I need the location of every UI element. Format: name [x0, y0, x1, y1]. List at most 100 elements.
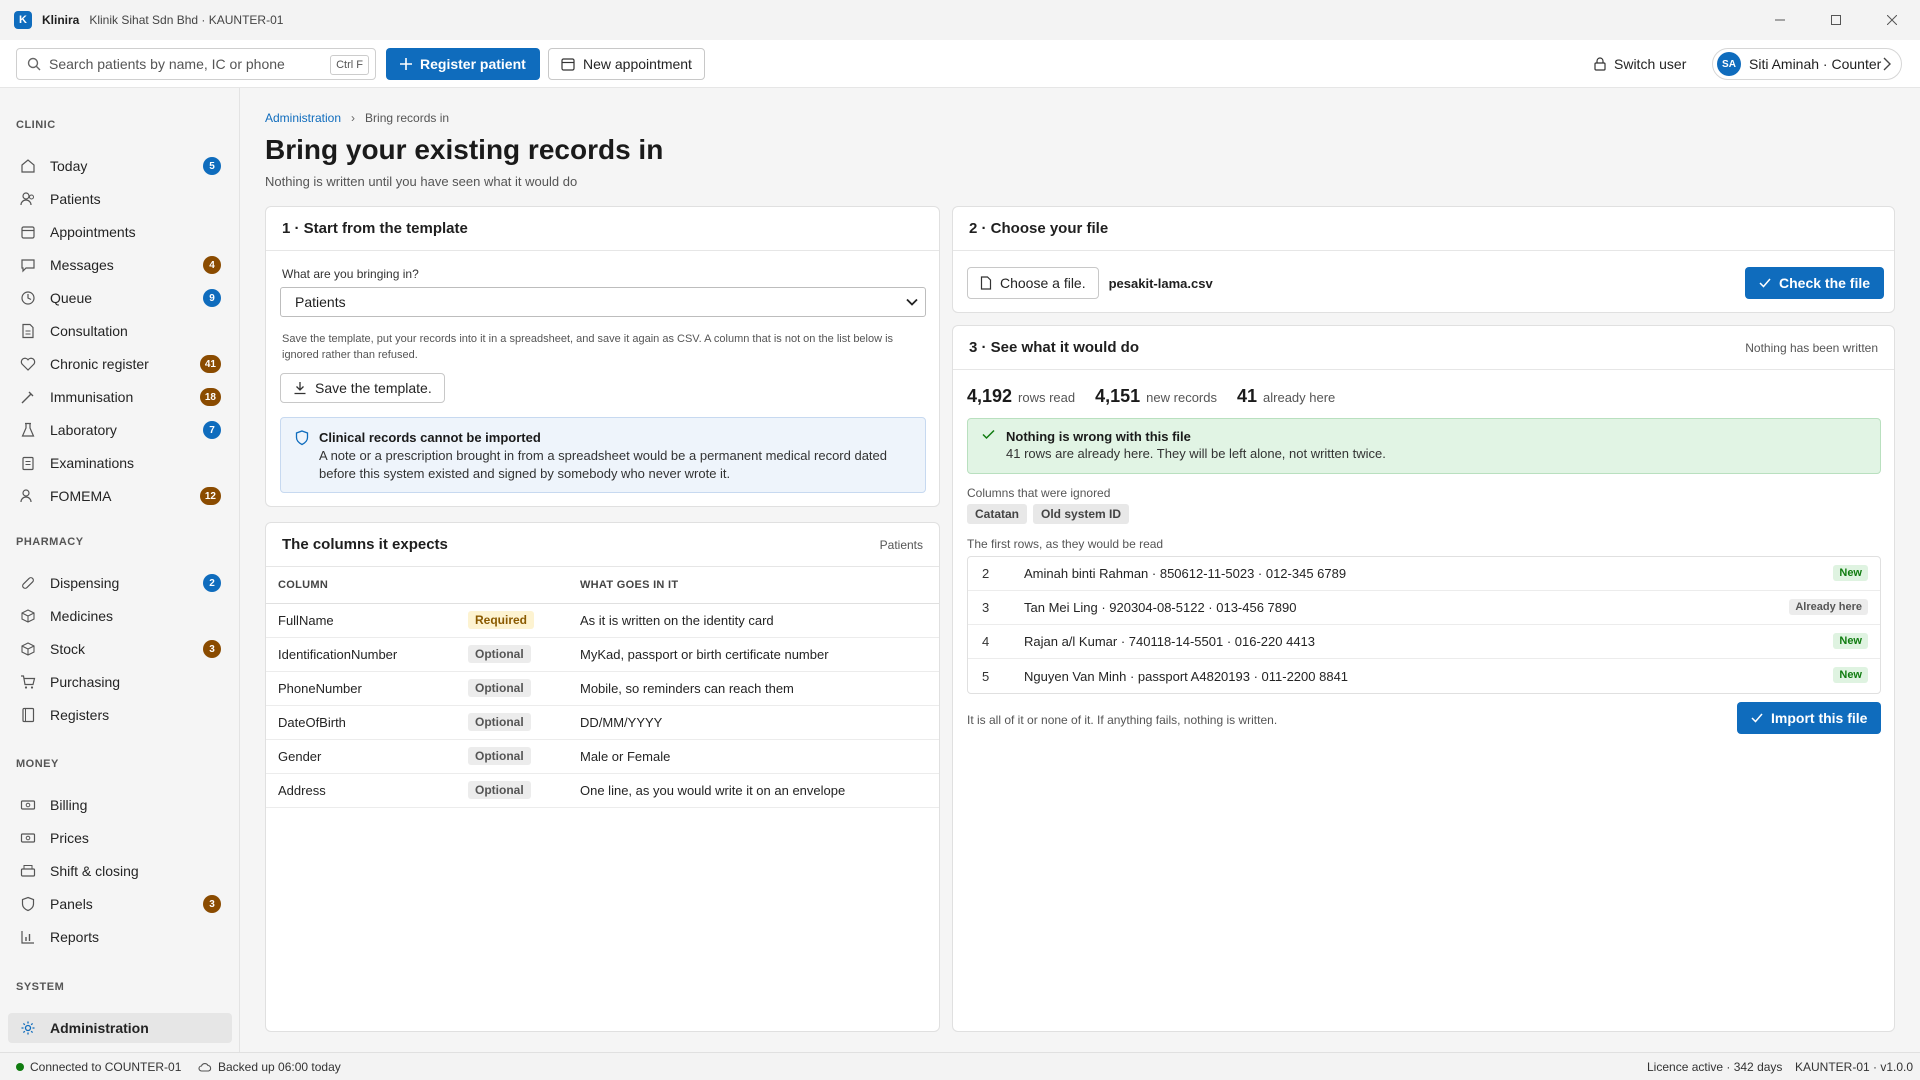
sidebar-item-label: FOMEMA: [50, 488, 112, 504]
record-type-label: What are you bringing in?: [282, 267, 419, 281]
selected-file-name: pesakit-lama.csv: [1108, 275, 1213, 291]
save-template-button[interactable]: Save the template.: [280, 373, 445, 403]
count-badge: 5: [203, 157, 221, 175]
table-row: DateOfBirth Optional DD/MM/YYYY: [266, 705, 939, 740]
sidebar-item-laboratory[interactable]: Laboratory 7: [8, 415, 232, 445]
close-icon: [1887, 15, 1897, 25]
sidebar-item-prices[interactable]: Prices: [8, 823, 232, 853]
count-badge: 3: [203, 895, 221, 913]
sidebar-item-chronic-register[interactable]: Chronic register 41: [8, 349, 232, 379]
template-card-title: 1 · Start from the template: [266, 207, 939, 251]
record-type-select[interactable]: Patients: [280, 287, 926, 317]
table-row: Gender Optional Male or Female: [266, 739, 939, 774]
save-template-label: Save the template.: [315, 380, 432, 396]
sidebar-item-purchasing[interactable]: Purchasing: [8, 667, 232, 697]
sidebar-item-label: Appointments: [50, 224, 136, 240]
user-menu[interactable]: SA Siti Aminah · Counter: [1712, 48, 1902, 80]
count-badge: 2: [203, 574, 221, 592]
register-patient-button[interactable]: Register patient: [386, 48, 540, 80]
sidebar-item-panels[interactable]: Panels 3: [8, 889, 232, 919]
first-rows-label: The first rows, as they would be read: [967, 537, 1164, 551]
heart-icon: [20, 356, 36, 372]
new-appointment-button[interactable]: New appointment: [548, 48, 705, 80]
maximize-button[interactable]: [1808, 0, 1864, 40]
search-box[interactable]: Ctrl F: [16, 48, 376, 80]
columns-card-header: The columns it expects Patients: [266, 523, 939, 567]
shield-icon: [295, 430, 309, 446]
sidebar-item-immunisation[interactable]: Immunisation 18: [8, 382, 232, 412]
ignored-column-chip: Old system ID: [1033, 504, 1130, 524]
sidebar-item-fomema[interactable]: FOMEMA 12: [8, 481, 232, 511]
sidebar-item-label: Panels: [50, 896, 93, 912]
sidebar-item-label: Patients: [50, 191, 101, 207]
ignored-column-chip: Catatan: [967, 504, 1028, 524]
columns-card-title: The columns it expects: [282, 536, 448, 553]
sidebar: CLINIC Today 5 Patients Appointments Mess…: [0, 88, 240, 1052]
clock-icon: [20, 290, 36, 306]
chart-icon: [20, 929, 36, 945]
count-badge: 9: [203, 289, 221, 307]
user-label: Siti Aminah · Counter: [1749, 56, 1882, 72]
top-toolbar: Ctrl F Register patient New appointment …: [0, 40, 1920, 88]
sidebar-item-registers[interactable]: Registers: [8, 700, 232, 730]
new-records-count: 4,151: [1095, 386, 1141, 406]
licence-status: Licence active · 342 days: [1647, 1060, 1783, 1074]
already-here-label: already here: [1263, 390, 1336, 405]
minimize-button[interactable]: [1752, 0, 1808, 40]
sidebar-item-label: Medicines: [50, 608, 114, 624]
count-badge: 7: [203, 421, 221, 439]
clipboard-icon: [20, 455, 36, 471]
sidebar-item-queue[interactable]: Queue 9: [8, 283, 232, 313]
sidebar-item-patients[interactable]: Patients: [8, 184, 232, 214]
sidebar-item-messages[interactable]: Messages 4: [8, 250, 232, 280]
sidebar-item-label: Prices: [50, 830, 89, 846]
sidebar-item-label: Queue: [50, 290, 93, 306]
sidebar-item-appointments[interactable]: Appointments: [8, 217, 232, 247]
sidebar-item-label: Shift & closing: [50, 863, 139, 879]
syringe-icon: [20, 389, 36, 405]
table-row: Address Optional One line, as you would wr…: [266, 773, 939, 808]
sidebar-item-dispensing[interactable]: Dispensing 2: [8, 568, 232, 598]
column-description: One line, as you would write it on an en…: [568, 773, 939, 808]
sidebar-item-consultation[interactable]: Consultation: [8, 316, 232, 346]
row-number: 2: [982, 566, 990, 581]
sidebar-item-stock[interactable]: Stock 3: [8, 634, 232, 664]
cloud-icon: [198, 1062, 212, 1072]
check-file-button[interactable]: Check the file: [1745, 267, 1885, 299]
import-file-button[interactable]: Import this file: [1737, 702, 1882, 734]
section-money: MONEY: [16, 758, 59, 770]
connection-text: Connected to COUNTER-01: [30, 1060, 182, 1074]
status-badge: Optional: [468, 781, 531, 799]
close-window-button[interactable]: [1864, 0, 1920, 40]
sidebar-item-administration[interactable]: Administration: [8, 1013, 232, 1043]
preview-card-header: 3 · See what it would do Nothing has bee…: [953, 326, 1894, 370]
row-number: 5: [982, 668, 990, 684]
list-item: 5 Nguyen Van Minh · passport A4820193 · 0…: [968, 659, 1880, 693]
sidebar-item-shift-closing[interactable]: Shift & closing: [8, 856, 232, 886]
search-input[interactable]: [49, 56, 319, 72]
rows-read-label: rows read: [1018, 390, 1076, 405]
chevron-right-icon: [1883, 57, 1891, 71]
sidebar-item-medicines[interactable]: Medicines: [8, 601, 232, 631]
record-type-value: Patients: [295, 294, 346, 310]
choose-file-button[interactable]: Choose a file.: [967, 267, 1099, 299]
sidebar-item-reports[interactable]: Reports: [8, 922, 232, 952]
money-icon: [20, 797, 36, 813]
validation-success-box: Nothing is wrong with this file 41 rows …: [967, 418, 1881, 474]
file-card: 2 · Choose your file Choose a file. pesa…: [952, 206, 1895, 313]
sidebar-item-label: Chronic register: [50, 356, 149, 372]
row-number: 4: [982, 634, 990, 649]
sidebar-item-examinations[interactable]: Examinations: [8, 448, 232, 478]
sidebar-item-label: Immunisation: [50, 389, 134, 405]
flask-icon: [20, 422, 36, 438]
count-badge: 12: [199, 487, 221, 505]
switch-user-button[interactable]: Switch user: [1594, 56, 1686, 72]
list-item: 3 Tan Mei Ling · 920304-08-5122 · 013-456…: [968, 591, 1880, 625]
list-item: 2 Aminah binti Rahman · 850612-11-5023 · …: [968, 557, 1880, 591]
breadcrumb-administration-link[interactable]: Administration: [265, 111, 341, 125]
sidebar-item-label: Messages: [50, 257, 114, 273]
sidebar-item-today[interactable]: Today 5: [8, 151, 232, 181]
version-info: KAUNTER-01 · v1.0.0: [1795, 1060, 1914, 1074]
count-badge: 18: [199, 388, 221, 406]
sidebar-item-billing[interactable]: Billing: [8, 790, 232, 820]
